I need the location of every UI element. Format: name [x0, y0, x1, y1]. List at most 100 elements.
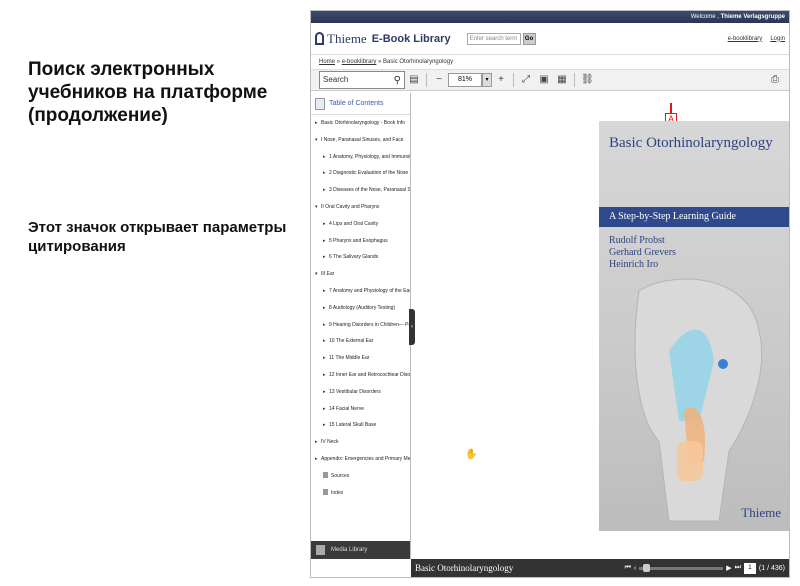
toc-item-label: 13 Vestibular Disorders	[329, 388, 381, 395]
book-cover: Basic Otorhinolaryngology A Step-by-Step…	[599, 121, 789, 531]
toc-list: ▸ Basic Otorhinolaryngology - Book Info ▾ I…	[311, 115, 410, 501]
toc-item-label: 6 The Salivary Glands	[329, 254, 379, 261]
two-page-icon[interactable]: ▤	[408, 74, 420, 86]
toc-header[interactable]: Table of Contents	[311, 93, 410, 115]
toc-item[interactable]: ▸ Basic Otorhinolaryngology - Book Info	[311, 115, 410, 132]
fullscreen-icon[interactable]: ⤢	[520, 74, 532, 86]
toc-title: Table of Contents	[329, 100, 384, 107]
toc-item-label: 14 Facial Nerve	[329, 405, 365, 412]
main-area: Table of Contents ▸ Basic Otorhinolaryngo…	[311, 93, 789, 559]
breadcrumb: Home » e-booklibrary » Basic Otorhinolar…	[319, 59, 454, 65]
hand-cursor-icon: ✋	[465, 449, 478, 460]
thieme-logo-icon	[315, 32, 324, 45]
toc-item-label: 10 The External Ear	[329, 338, 374, 345]
toolbar-divider	[426, 73, 427, 87]
toc-item-label: II Oral Cavity and Pharynx	[321, 203, 380, 210]
zoom-in-icon[interactable]: +	[495, 74, 507, 86]
header: Thieme E-Book Library Enter search term …	[311, 23, 789, 55]
toolbar: Search ⚲ ▤ − 81% ▾ + ⤢ ▣ ▦ ⛓ ⎙	[311, 69, 789, 91]
first-page-icon[interactable]: ⏮	[625, 564, 631, 572]
media-library-label: Media Library	[331, 547, 368, 553]
sidebar-search-placeholder: Search	[323, 75, 349, 84]
toolbar-divider	[574, 73, 575, 87]
cover-publisher: Thieme	[741, 505, 781, 520]
toc-item[interactable]: Sources	[311, 468, 410, 485]
toc-item[interactable]: ▸ 13 Vestibular Disorders	[311, 384, 410, 401]
toc-item-label: 3 Diseases of the Nose, Paranasal Sinu	[329, 187, 410, 194]
toc-item[interactable]: ▸ 8 Audiology (Auditory Testing)	[311, 300, 410, 317]
page-slider[interactable]	[639, 563, 724, 572]
document-icon	[323, 489, 328, 496]
toc-item-label: I Nose, Paranasal Sinuses, and Face	[321, 136, 404, 143]
toc-item[interactable]: ▸ 5 Pharynx and Esophagus	[311, 233, 410, 250]
ebooklibrary-link[interactable]: e-booklibrary	[728, 36, 763, 42]
search-icon[interactable]: ⚲	[394, 73, 401, 89]
toc-item-label: III Ear	[321, 271, 335, 278]
toc-item[interactable]: ▸ 14 Facial Nerve	[311, 401, 410, 418]
toc-item-label: 1 Anatomy, Physiology, and Immunol	[329, 153, 410, 160]
toc-item[interactable]: ▸ 10 The External Ear	[311, 333, 410, 350]
toc-item[interactable]: ▸ 4 Lips and Oral Cavity	[311, 216, 410, 233]
head-anatomy-illustration	[634, 278, 763, 522]
next-page-icon[interactable]: ▶	[726, 564, 731, 572]
document-icon	[323, 472, 328, 479]
toc-item[interactable]: ▾ I Nose, Paranasal Sinuses, and Face	[311, 132, 410, 149]
sidebar-collapse-handle[interactable]: ‹	[409, 309, 415, 345]
breadcrumb-home[interactable]: Home	[319, 59, 335, 65]
zoom-out-icon[interactable]: −	[433, 74, 445, 86]
toc-item-label: 11 The Middle Ear	[329, 355, 370, 362]
toc-item[interactable]: ▸ 9 Hearing Disorders in Children— Ped	[311, 317, 410, 334]
toc-item[interactable]: ▸ 11 The Middle Ear	[311, 350, 410, 367]
page-viewer[interactable]: A Basic Otorhinolaryngology A Step-by-St…	[411, 93, 789, 559]
top-links: e-booklibrary Login	[728, 36, 785, 42]
toc-item-label: 7 Anatomy and Physiology of the Ear	[329, 287, 410, 294]
toc-item[interactable]: ▾ III Ear	[311, 266, 410, 283]
print-icon[interactable]: ⎙	[769, 74, 781, 86]
welcome-user: Thieme Verlagsgruppe	[720, 14, 785, 20]
slide-title: Поиск электронных учебников на платформе…	[28, 59, 268, 126]
login-link[interactable]: Login	[770, 36, 785, 42]
slide-note: Этот значок открывает параметры цитирова…	[28, 219, 287, 255]
toc-item[interactable]: ▾ II Oral Cavity and Pharynx	[311, 199, 410, 216]
citation-link-icon[interactable]: ⛓	[581, 74, 594, 86]
toolbar-divider	[513, 73, 514, 87]
toc-item[interactable]: ▸ 3 Diseases of the Nose, Paranasal Sinu	[311, 182, 410, 199]
sidebar-search-input[interactable]: Search ⚲	[319, 71, 405, 89]
toc-item-label: IV Neck	[321, 439, 339, 446]
notes-icon[interactable]: ▦	[556, 74, 568, 86]
product-name: E-Book Library	[371, 32, 451, 45]
logo-text: Thieme	[327, 30, 367, 46]
toc-item-label: 15 Lateral Skull Base	[329, 422, 377, 429]
toc-item[interactable]: ▸ IV Neck	[311, 434, 410, 451]
go-button[interactable]: Go	[522, 32, 536, 45]
page-number-input[interactable]: 1	[743, 562, 756, 574]
toc-item[interactable]: ▸ 1 Anatomy, Physiology, and Immunol	[311, 149, 410, 166]
media-library-button[interactable]: Media Library	[311, 541, 410, 559]
toc-item-label: 12 Inner Ear and Retrocochlear Disord	[329, 371, 410, 378]
toc-item[interactable]: ▸ 15 Lateral Skull Base	[311, 417, 410, 434]
last-page-icon[interactable]: ⏭	[735, 564, 741, 572]
toc-item[interactable]: Index	[311, 485, 410, 502]
toc-item[interactable]: ▸ Appendix: Emergencies and Primary Mea	[311, 451, 410, 468]
toc-item[interactable]: ▸ 2 Diagnostic Evaluation of the Nose a	[311, 165, 410, 182]
toc-item-label: Sources	[331, 472, 350, 479]
toc-item-label: 9 Hearing Disorders in Children— Ped	[329, 321, 410, 328]
toc-item[interactable]: ▸ 7 Anatomy and Physiology of the Ear	[311, 283, 410, 300]
media-icon	[316, 545, 325, 555]
toc-sidebar: Table of Contents ▸ Basic Otorhinolaryngo…	[311, 93, 411, 559]
toc-item-label: Basic Otorhinolaryngology - Book Info	[321, 120, 405, 126]
book-title-footer: Basic Otorhinolaryngology	[415, 563, 514, 573]
breadcrumb-library[interactable]: e-booklibrary	[342, 59, 377, 65]
bookmark-icon[interactable]: ▣	[538, 74, 550, 86]
prev-page-icon[interactable]: ‹	[634, 565, 636, 572]
welcome-text: Welcome ,	[690, 14, 719, 20]
toc-item[interactable]: ▸ 6 The Salivary Glands	[311, 249, 410, 266]
bottom-bar: Basic Otorhinolaryngology ⏮ ‹ ▶ ⏭ 1 (1 /…	[411, 559, 789, 577]
toc-item-label: Appendix: Emergencies and Primary Mea	[321, 455, 410, 462]
search-input[interactable]: Enter search term	[466, 32, 521, 45]
zoom-field[interactable]: 81%	[448, 73, 482, 87]
page-slider-knob[interactable]	[643, 563, 651, 572]
chevron-down-icon[interactable]: ▾	[482, 73, 492, 87]
toc-item[interactable]: ▸ 12 Inner Ear and Retrocochlear Disord	[311, 367, 410, 384]
thieme-logo[interactable]: Thieme E-Book Library	[315, 31, 451, 47]
